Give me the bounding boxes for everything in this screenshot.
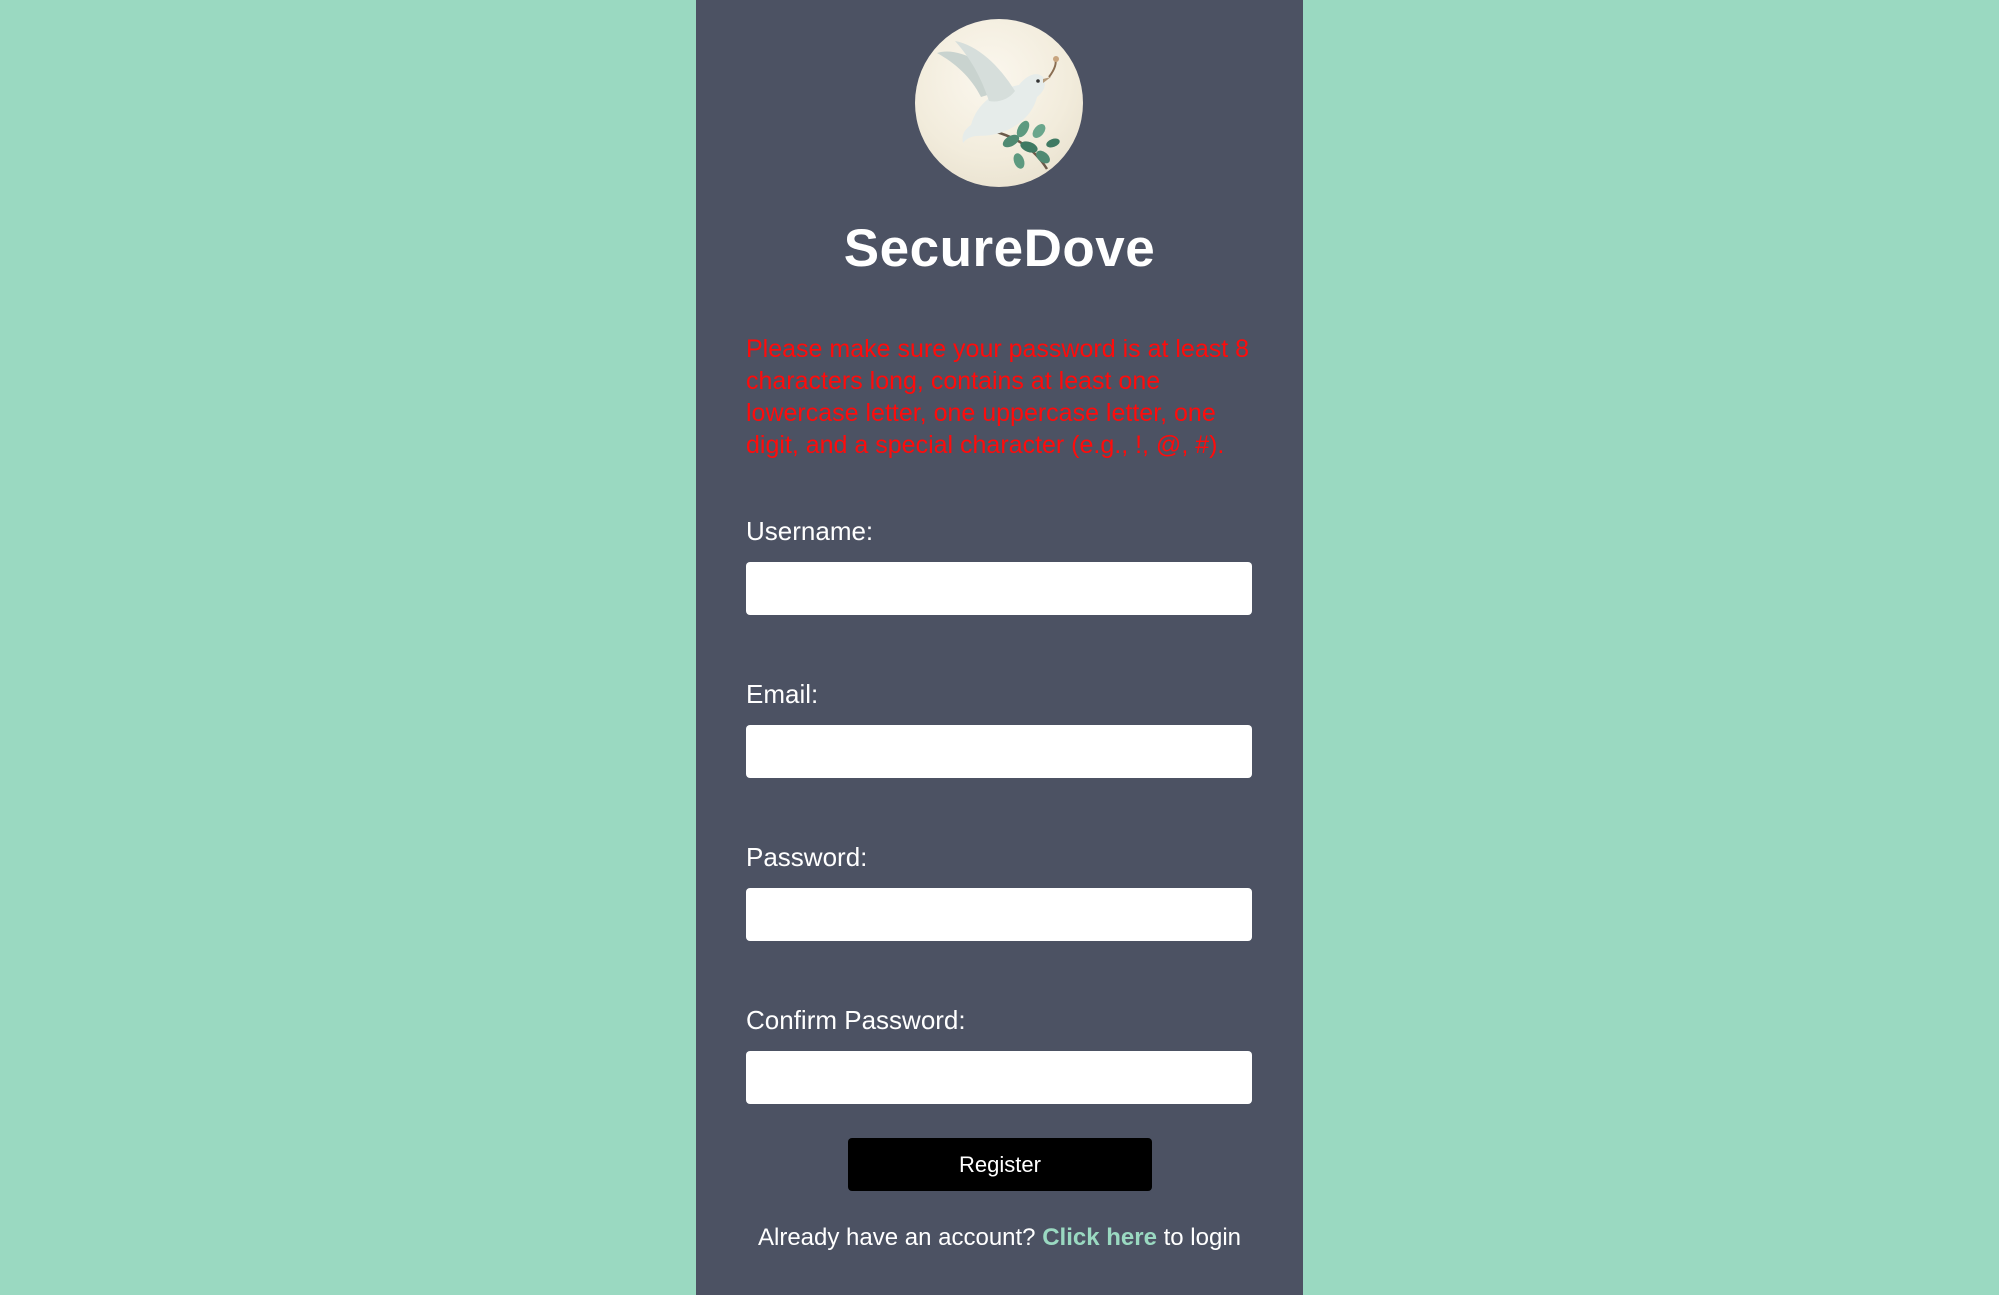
- login-prompt-prefix: Already have an account?: [758, 1224, 1036, 1251]
- register-button[interactable]: Register: [848, 1138, 1152, 1191]
- password-label: Password:: [746, 842, 868, 872]
- confirm-password-label: Confirm Password:: [746, 1005, 966, 1035]
- dove-logo-icon: [915, 19, 1083, 187]
- login-prompt: Already have an account? Click here to l…: [696, 1224, 1303, 1252]
- login-prompt-suffix: to login: [1163, 1224, 1241, 1251]
- password-input[interactable]: [746, 888, 1252, 941]
- username-input[interactable]: [746, 562, 1252, 615]
- password-requirements-warning: Please make sure your password is at lea…: [746, 335, 1250, 459]
- email-input[interactable]: [746, 725, 1252, 778]
- dove-icon: [937, 41, 1060, 170]
- confirm-password-input[interactable]: [746, 1051, 1252, 1104]
- username-label: Username:: [746, 516, 874, 546]
- email-label: Email:: [746, 679, 819, 709]
- login-link[interactable]: Click here: [1042, 1224, 1157, 1251]
- app-title: SecureDove: [843, 219, 1156, 278]
- register-panel: SecureDove Please make sure your passwor…: [696, 0, 1303, 1295]
